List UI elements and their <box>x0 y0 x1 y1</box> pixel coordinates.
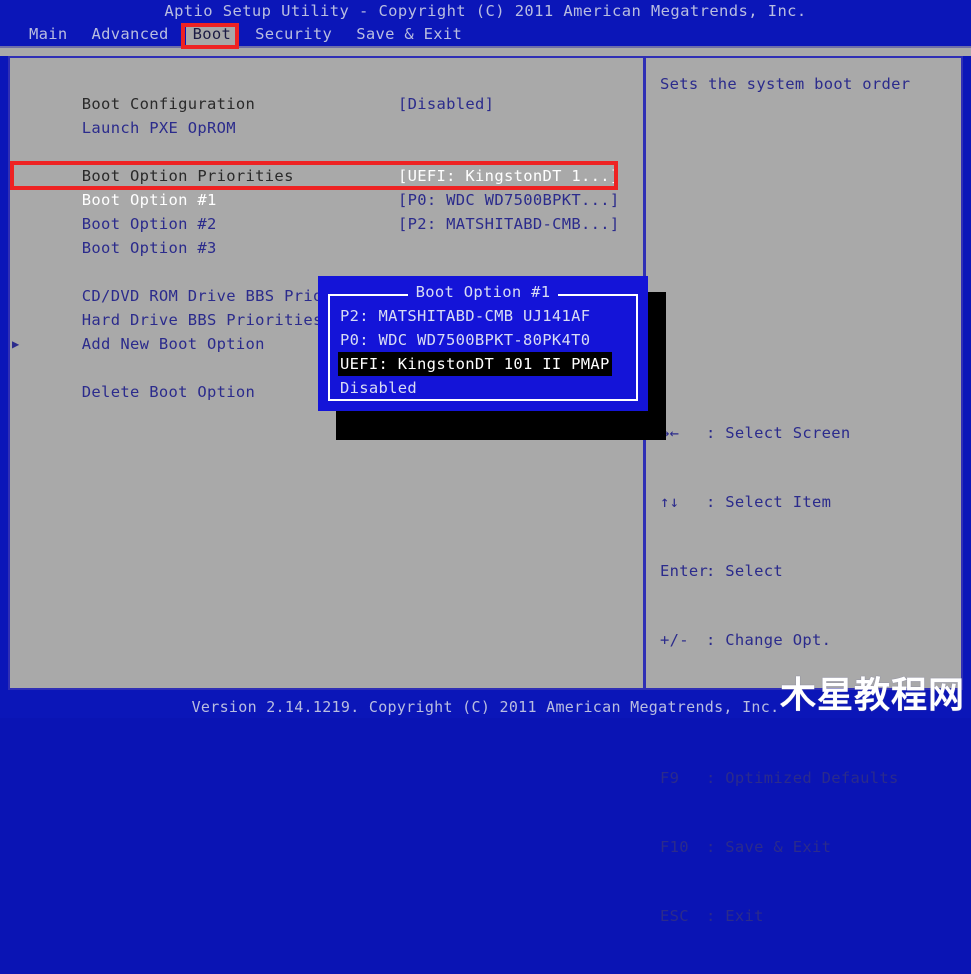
key-legend-select-item: ↑↓: Select Item <box>660 491 899 514</box>
key-legend-change-opt-key: +/- <box>660 631 689 649</box>
setting-launch-pxe-oprom-label: Launch PXE OpROM <box>81 119 236 137</box>
key-legend-f10-key: F10 <box>660 838 689 856</box>
key-legend-f9-action: Optimized Defaults <box>725 769 899 787</box>
setting-boot-option-2[interactable]: Boot Option #2 [P0: WDC WD7500BPKT...] <box>24 188 643 233</box>
help-description: Sets the system boot order <box>660 75 911 93</box>
setting-boot-option-3-label: Boot Option #3 <box>81 239 217 257</box>
key-legend-select-item-key: ↑↓ <box>660 493 680 511</box>
setting-launch-pxe-oprom[interactable]: Launch PXE OpROM [Disabled] <box>24 92 643 137</box>
key-legend-esc-action: Exit <box>725 907 764 925</box>
key-legend-esc: ESC: Exit <box>660 905 899 928</box>
menu-bar: Main Advanced Boot Security Save & Exit <box>0 22 971 46</box>
key-legend-f10: F10: Save & Exit <box>660 836 899 859</box>
help-pane: Sets the system boot order →←: Select Sc… <box>646 58 961 925</box>
popup-option-uefi-kingstondt[interactable]: UEFI: KingstonDT 101 II PMAP <box>338 352 612 376</box>
window-title: Aptio Setup Utility - Copyright (C) 2011… <box>0 0 971 22</box>
setting-boot-option-2-value[interactable]: [P0: WDC WD7500BPKT...] <box>398 188 620 212</box>
popup-option-p0-wdc[interactable]: P0: WDC WD7500BPKT-80PK4T0 <box>338 328 612 352</box>
key-legend-enter-key: Enter <box>660 562 709 580</box>
popup-option-disabled[interactable]: Disabled <box>338 376 612 400</box>
tab-advanced[interactable]: Advanced <box>85 23 176 45</box>
popup-option-p2-matshitabd[interactable]: P2: MATSHITABD-CMB UJ141AF <box>338 304 612 328</box>
popup-option-list: P2: MATSHITABD-CMB UJ141AF P0: WDC WD750… <box>338 304 612 400</box>
popup-title-label: Boot Option #1 <box>407 283 559 301</box>
key-legend-enter-action: Select <box>725 562 784 580</box>
setting-launch-pxe-oprom-value[interactable]: [Disabled] <box>398 92 494 116</box>
key-legend-select-screen-action: Select Screen <box>725 424 851 442</box>
tab-main[interactable]: Main <box>22 23 75 45</box>
key-legend-f10-action: Save & Exit <box>725 838 832 856</box>
setting-boot-option-3[interactable]: Boot Option #3 [P2: MATSHITABD-CMB...] <box>24 212 643 257</box>
section-boot-configuration: Boot Configuration <box>24 68 643 113</box>
key-legend-f9: F9: Optimized Defaults <box>660 767 899 790</box>
key-legend-f9-key: F9 <box>660 769 680 787</box>
menu-separator <box>0 46 971 56</box>
key-legend-select-screen: →←: Select Screen <box>660 422 899 445</box>
tab-boot[interactable]: Boot <box>185 23 239 45</box>
site-watermark: 木星教程网 <box>779 675 965 716</box>
key-legend-select-screen-key: →← <box>660 424 680 442</box>
key-legend-select-item-action: Select Item <box>725 493 832 511</box>
key-legend-change-opt: +/-: Change Opt. <box>660 629 899 652</box>
setting-boot-option-1[interactable]: Boot Option #1 [UEFI: KingstonDT 1...] <box>24 164 643 209</box>
boot-option-1-popup: Boot Option #1 P2: MATSHITABD-CMB UJ141A… <box>318 276 648 411</box>
key-legend-esc-key: ESC <box>660 907 689 925</box>
section-boot-option-priorities: Boot Option Priorities <box>24 140 643 185</box>
tab-security[interactable]: Security <box>248 23 339 45</box>
key-legend-change-opt-action: Change Opt. <box>725 631 832 649</box>
submenu-pointer-icon: ▶ <box>12 337 20 351</box>
setting-boot-option-3-value[interactable]: [P2: MATSHITABD-CMB...] <box>398 212 620 236</box>
setting-boot-option-1-value[interactable]: [UEFI: KingstonDT 1...] <box>398 164 620 188</box>
submenu-delete-boot-option-label: Delete Boot Option <box>81 383 256 401</box>
tab-save-and-exit[interactable]: Save & Exit <box>349 23 469 45</box>
key-legend-enter: Enter: Select <box>660 560 899 583</box>
popup-title: Boot Option #1 <box>320 282 646 301</box>
